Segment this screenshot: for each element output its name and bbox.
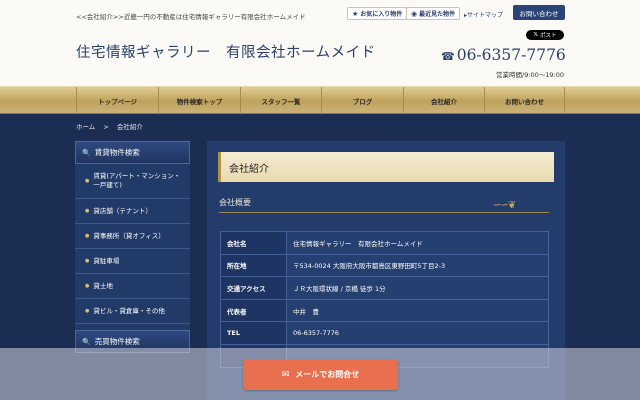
table-value: 住宅情報ギャラリー 有限会社ホームメイド: [286, 231, 549, 255]
breadcrumb-separator: >: [103, 123, 109, 131]
sitemap-link[interactable]: ▸サイトマップ: [464, 10, 503, 19]
breadcrumb: ホーム > 会社紹介: [76, 121, 149, 131]
table-value: 中井 豊: [286, 298, 549, 323]
eye-icon: ◉: [411, 9, 418, 18]
nav-item-search[interactable]: 物件検索トップ: [158, 87, 240, 114]
sidebar-item-rental-office[interactable]: ● 貸事務所（貸オフィス）: [75, 224, 190, 249]
nav-item-company[interactable]: 会社紹介: [403, 87, 484, 114]
search-icon: 🔍: [82, 148, 91, 157]
mail-contact-label: メールでお問合せ: [295, 370, 360, 379]
page-title: 会社紹介: [218, 152, 554, 182]
bullet-icon: ●: [85, 207, 90, 214]
table-key: TEL: [220, 321, 287, 345]
table-value: ＪＲ大阪環状線 / 京橋 徒歩 1分: [286, 276, 549, 300]
sidebar-item-label: 貸事務所（貸オフィス）: [93, 231, 165, 240]
table-row: 交通アクセス ＪＲ大阪環状線 / 京橋 徒歩 1分: [220, 276, 549, 300]
mail-icon: ✉: [281, 369, 290, 380]
sidebar-heading-label: 売買物件検索: [94, 337, 140, 346]
table-row: 代表者 中井 豊: [220, 298, 549, 323]
sidebar-item-rental-store[interactable]: ● 貸店舗（テナント）: [75, 199, 190, 224]
breadcrumb-current: 会社紹介: [116, 123, 143, 131]
business-hours: 営業時間/9:00～19:00: [496, 71, 565, 79]
ornament-icon: ∽∽❦: [493, 200, 516, 211]
phone-icon: ☎: [441, 50, 455, 63]
favorites-label: お気に入り物件: [360, 11, 403, 18]
section-divider: [219, 212, 549, 213]
table-row: 所在地 〒534-0024 大阪府大阪市都島区東野田町5丁目2-3: [220, 253, 549, 278]
star-icon: ★: [352, 9, 359, 18]
sidebar: 🔍 賃貸物件検索 ● 賃貸(アパート・マンション・一戸建て) ● 貸店舗（テナン…: [75, 141, 190, 353]
sidebar-item-label: 貸店舗（テナント）: [93, 206, 152, 215]
sidebar-item-label: 貸駐車場: [93, 256, 120, 265]
bullet-icon: ●: [85, 282, 90, 289]
site-title[interactable]: 住宅情報ギャラリー 有限会社ホームメイド: [76, 41, 376, 62]
sitemap-label: サイトマップ: [467, 12, 504, 19]
table-key: 代表者: [220, 298, 287, 323]
bullet-icon: ●: [85, 232, 90, 239]
sidebar-item-rental-building[interactable]: ● 貸ビル・貸倉庫・その他: [75, 299, 190, 324]
mail-contact-button[interactable]: ✉ メールでお問合せ: [243, 359, 398, 390]
nav-item-staff[interactable]: スタッフ一覧: [240, 87, 321, 114]
sidebar-item-rental-land[interactable]: ● 貸土地: [75, 274, 190, 299]
breadcrumb-home[interactable]: ホーム: [76, 123, 95, 131]
bullet-icon: ●: [85, 307, 90, 314]
site-header: <<会社紹介>>近畿一円の不動産は住宅情報ギャラリー有限会社ホームメイド 住宅情…: [0, 0, 640, 86]
table-value: 〒534-0024 大阪府大阪市都島区東野田町5丁目2-3: [286, 253, 549, 278]
recent-label: 最近見た物件: [419, 11, 456, 18]
nav-item-contact[interactable]: お問い合わせ: [484, 87, 565, 114]
phone-number[interactable]: ☎ 06-6357-7776: [441, 46, 566, 64]
table-key: 会社名: [220, 231, 287, 255]
sidebar-item-label: 貸ビル・貸倉庫・その他: [93, 306, 165, 315]
sidebar-item-rental-parking[interactable]: ● 貸駐車場: [75, 249, 190, 274]
phone-text: 06-6357-7776: [456, 46, 566, 64]
x-post-button[interactable]: 𝕏 ポスト: [526, 30, 564, 40]
table-key: 所在地: [220, 253, 287, 278]
sidebar-item-rental-residence[interactable]: ● 賃貸(アパート・マンション・一戸建て): [75, 164, 190, 199]
favorites-button[interactable]: ★ お気に入り物件: [347, 7, 408, 20]
table-key: 交通アクセス: [220, 276, 287, 300]
global-nav: トップページ 物件検索トップ スタッフ一覧 ブログ 会社紹介 お問い合わせ: [0, 86, 640, 114]
table-row: TEL 06-6357-7776: [220, 321, 549, 345]
table-row: 会社名 住宅情報ギャラリー 有限会社ホームメイド: [220, 231, 549, 255]
sidebar-heading: 🔍 賃貸物件検索: [75, 141, 190, 164]
x-logo-icon: 𝕏: [533, 32, 538, 38]
sidebar-heading-label: 賃貸物件検索: [94, 148, 140, 157]
section-title: 会社概要: [219, 198, 251, 207]
recent-button[interactable]: ◉ 最近見た物件: [406, 7, 461, 20]
x-post-label: ポスト: [539, 33, 557, 39]
site-tagline: <<会社紹介>>近畿一円の不動産は住宅情報ギャラリー有限会社ホームメイド: [76, 13, 306, 21]
nav-item-top[interactable]: トップページ: [76, 87, 158, 114]
sidebar-item-label: 貸土地: [93, 281, 113, 290]
table-value[interactable]: 06-6357-7776: [286, 321, 549, 345]
nav-item-blog[interactable]: ブログ: [321, 87, 403, 114]
sidebar-item-label: 賃貸(アパート・マンション・一戸建て): [93, 172, 181, 189]
contact-button[interactable]: お問い合わせ: [513, 5, 565, 20]
bullet-icon: ●: [85, 177, 90, 184]
bullet-icon: ●: [85, 257, 90, 264]
search-icon: 🔍: [82, 337, 91, 346]
